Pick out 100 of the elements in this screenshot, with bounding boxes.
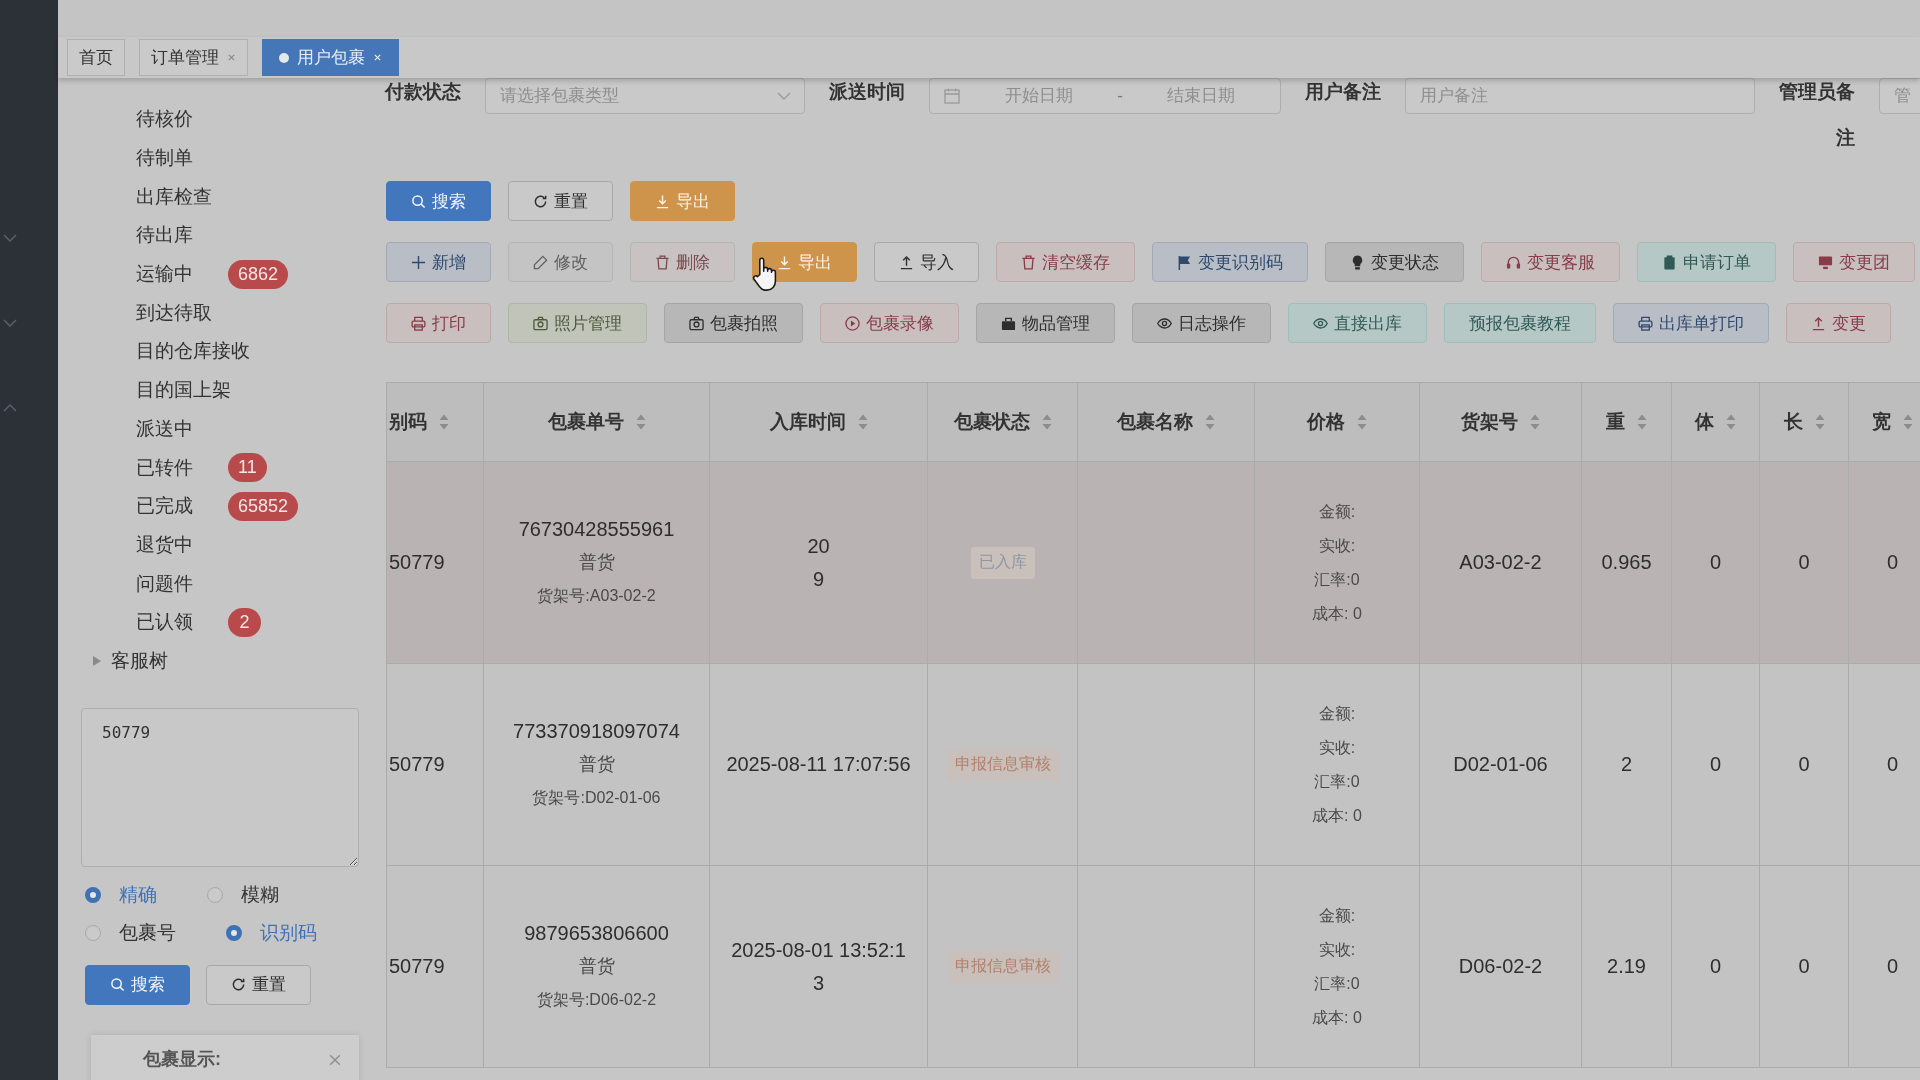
toolbar-button[interactable]: 清空缓存 xyxy=(996,242,1135,282)
text-input-field[interactable]: 管 xyxy=(1879,78,1920,114)
dot-icon xyxy=(279,52,289,63)
shelf-note: 货架号:D02-01-06 xyxy=(532,788,661,808)
start-date-input[interactable]: 开始日期 xyxy=(960,86,1118,106)
toolbar-button[interactable]: 导入 xyxy=(874,242,979,282)
toolbar-button[interactable]: 打印 xyxy=(386,303,491,343)
status-menu-item[interactable]: 已完成 xyxy=(136,493,220,520)
select-field[interactable]: 请选择包裹类型 xyxy=(485,78,805,114)
status-menu-item[interactable]: 待核价 xyxy=(136,106,220,133)
end-date-input[interactable]: 结束日期 xyxy=(1122,86,1280,106)
lightbulb-icon xyxy=(1350,254,1365,270)
status-menu-item[interactable]: 运输中 xyxy=(136,261,220,288)
radio-button[interactable] xyxy=(226,924,242,941)
status-menu-item[interactable]: 待制单 xyxy=(136,145,220,172)
sort-icon[interactable] xyxy=(857,414,868,430)
chevron-down-icon[interactable] xyxy=(3,234,17,242)
table-row[interactable]: 50779 76730428555961 普货 货架号:A03-02-2 20 9 已入库 金额: 实收: 汇率:0 成本: 0 A03-02-2 0.965 0 0 0 xyxy=(387,462,1920,664)
status-menu-item[interactable]: 已认领 xyxy=(136,609,220,636)
radio-button[interactable] xyxy=(85,924,101,941)
chevron-down-icon xyxy=(777,92,791,100)
search-icon xyxy=(110,977,125,993)
status-menu-item[interactable]: 目的仓库接收 xyxy=(136,338,250,365)
sort-icon[interactable] xyxy=(1205,414,1215,430)
radio-label[interactable]: 模糊 xyxy=(241,881,279,908)
text-input-field[interactable]: 用户备注 xyxy=(1405,78,1755,114)
column-header: 包裹状态 xyxy=(953,410,1030,434)
reset-button[interactable]: 重置 xyxy=(206,964,311,1005)
toolbar-button[interactable]: 申请订单 xyxy=(1637,242,1776,282)
toolbar-button[interactable]: 包裹录像 xyxy=(820,303,959,343)
refresh-icon xyxy=(231,977,246,993)
table-row[interactable]: 50779 773370918097074 普货 货架号:D02-01-06 2025-08-11 17:07:56 申报信息审核 金额: 实收: 汇率:0 成本: 0 D02-01-06 2 0 0 0 xyxy=(387,664,1920,866)
tab[interactable]: 首页 xyxy=(67,39,125,76)
close-icon[interactable] xyxy=(227,53,236,62)
toolbar-button[interactable]: 照片管理 xyxy=(508,303,647,343)
column-header: 价格 xyxy=(1307,410,1345,434)
column-header: 长 xyxy=(1783,410,1803,434)
sort-icon[interactable] xyxy=(1041,414,1052,430)
package-number: 9879653806600 xyxy=(524,921,669,946)
sort-icon[interactable] xyxy=(1530,414,1540,430)
search-textarea[interactable]: 50779 xyxy=(81,707,359,867)
status-menu-item[interactable]: 退货中 xyxy=(136,531,220,558)
toolbar-button[interactable]: 出库单打印 xyxy=(1613,303,1769,343)
trash-icon xyxy=(1021,254,1036,270)
status-tag: 申报信息审核 xyxy=(946,950,1059,983)
table-cell-text: 0 xyxy=(1709,954,1722,979)
toolbar-button[interactable]: 包裹拍照 xyxy=(664,303,803,343)
close-icon[interactable] xyxy=(329,1053,341,1066)
sort-icon[interactable] xyxy=(1637,414,1647,430)
sort-icon[interactable] xyxy=(1903,414,1913,430)
sort-icon[interactable] xyxy=(1814,414,1825,430)
radio-label[interactable]: 包裹号 xyxy=(119,919,176,946)
toolbar-button[interactable]: 预报包裹教程 xyxy=(1444,303,1596,343)
toolbar-button[interactable]: 变更状态 xyxy=(1325,242,1464,282)
search-button[interactable]: 搜索 xyxy=(85,964,190,1005)
radio-button[interactable] xyxy=(207,886,223,903)
price-line: 金额: xyxy=(1318,703,1356,724)
column-header: 重 xyxy=(1606,410,1625,434)
sort-icon[interactable] xyxy=(1726,414,1736,430)
eye-icon xyxy=(1313,315,1328,331)
toolbar-button[interactable]: 日志操作 xyxy=(1132,303,1271,343)
tree-node[interactable]: 客服树 xyxy=(111,648,168,675)
tab[interactable]: 用户包裹 xyxy=(262,39,399,76)
inbound-time: 2025-08-01 13:52:1 xyxy=(731,937,906,963)
upload-icon xyxy=(899,254,914,270)
sort-icon[interactable] xyxy=(1357,414,1367,430)
status-menu-item[interactable]: 问题件 xyxy=(136,570,220,597)
status-menu-item[interactable]: 目的国上架 xyxy=(136,377,231,404)
plus-icon xyxy=(411,254,426,270)
sort-icon[interactable] xyxy=(635,414,646,430)
status-menu-item[interactable]: 派送中 xyxy=(136,415,220,442)
chevron-down-icon[interactable] xyxy=(3,319,17,327)
upload-icon xyxy=(1811,315,1826,331)
status-menu-item[interactable]: 出库检查 xyxy=(136,183,220,210)
caret-icon[interactable] xyxy=(93,656,101,667)
toolbar-button[interactable]: 直接出库 xyxy=(1288,303,1427,343)
table-cell-text: 50779 xyxy=(389,752,445,777)
radio-button[interactable] xyxy=(85,886,101,903)
chevron-up-icon[interactable] xyxy=(3,404,17,412)
toolbar-button[interactable]: 变更客服 xyxy=(1481,242,1620,282)
package-number: 76730428555961 xyxy=(518,517,675,542)
toolbar-button[interactable]: 新增 xyxy=(386,242,491,282)
cargo-type: 普货 xyxy=(578,551,615,574)
toolbar-button[interactable]: 重置 xyxy=(508,181,613,221)
sort-icon[interactable] xyxy=(439,414,449,430)
status-menu-item[interactable]: 到达待取 xyxy=(136,299,220,326)
toolbar-button[interactable]: 变更识别码 xyxy=(1152,242,1308,282)
table-cell-text: 50779 xyxy=(389,954,445,979)
toolbar-button[interactable]: 变更团 xyxy=(1793,242,1915,282)
cargo-type: 普货 xyxy=(578,955,615,978)
table-cell-text: 0 xyxy=(1886,752,1899,777)
status-tag: 申报信息审核 xyxy=(946,748,1059,781)
status-menu-item[interactable]: 待出库 xyxy=(136,222,220,249)
toolbar-button[interactable]: 变更 xyxy=(1786,303,1891,343)
table-row[interactable]: 50779 9879653806600 普货 货架号:D06-02-2 2025-08-01 13:52:1 3 申报信息审核 金额: 实收: 汇率:0 成本: 0 D06-02-2 2.19 0 0 0 xyxy=(387,866,1920,1068)
status-menu-item[interactable]: 已转件 xyxy=(136,454,220,481)
tab[interactable]: 订单管理 xyxy=(139,39,248,76)
toolbar-button[interactable]: 物品管理 xyxy=(976,303,1115,343)
toolbar-button[interactable]: 搜索 xyxy=(386,181,491,221)
flag-icon xyxy=(1177,254,1192,270)
